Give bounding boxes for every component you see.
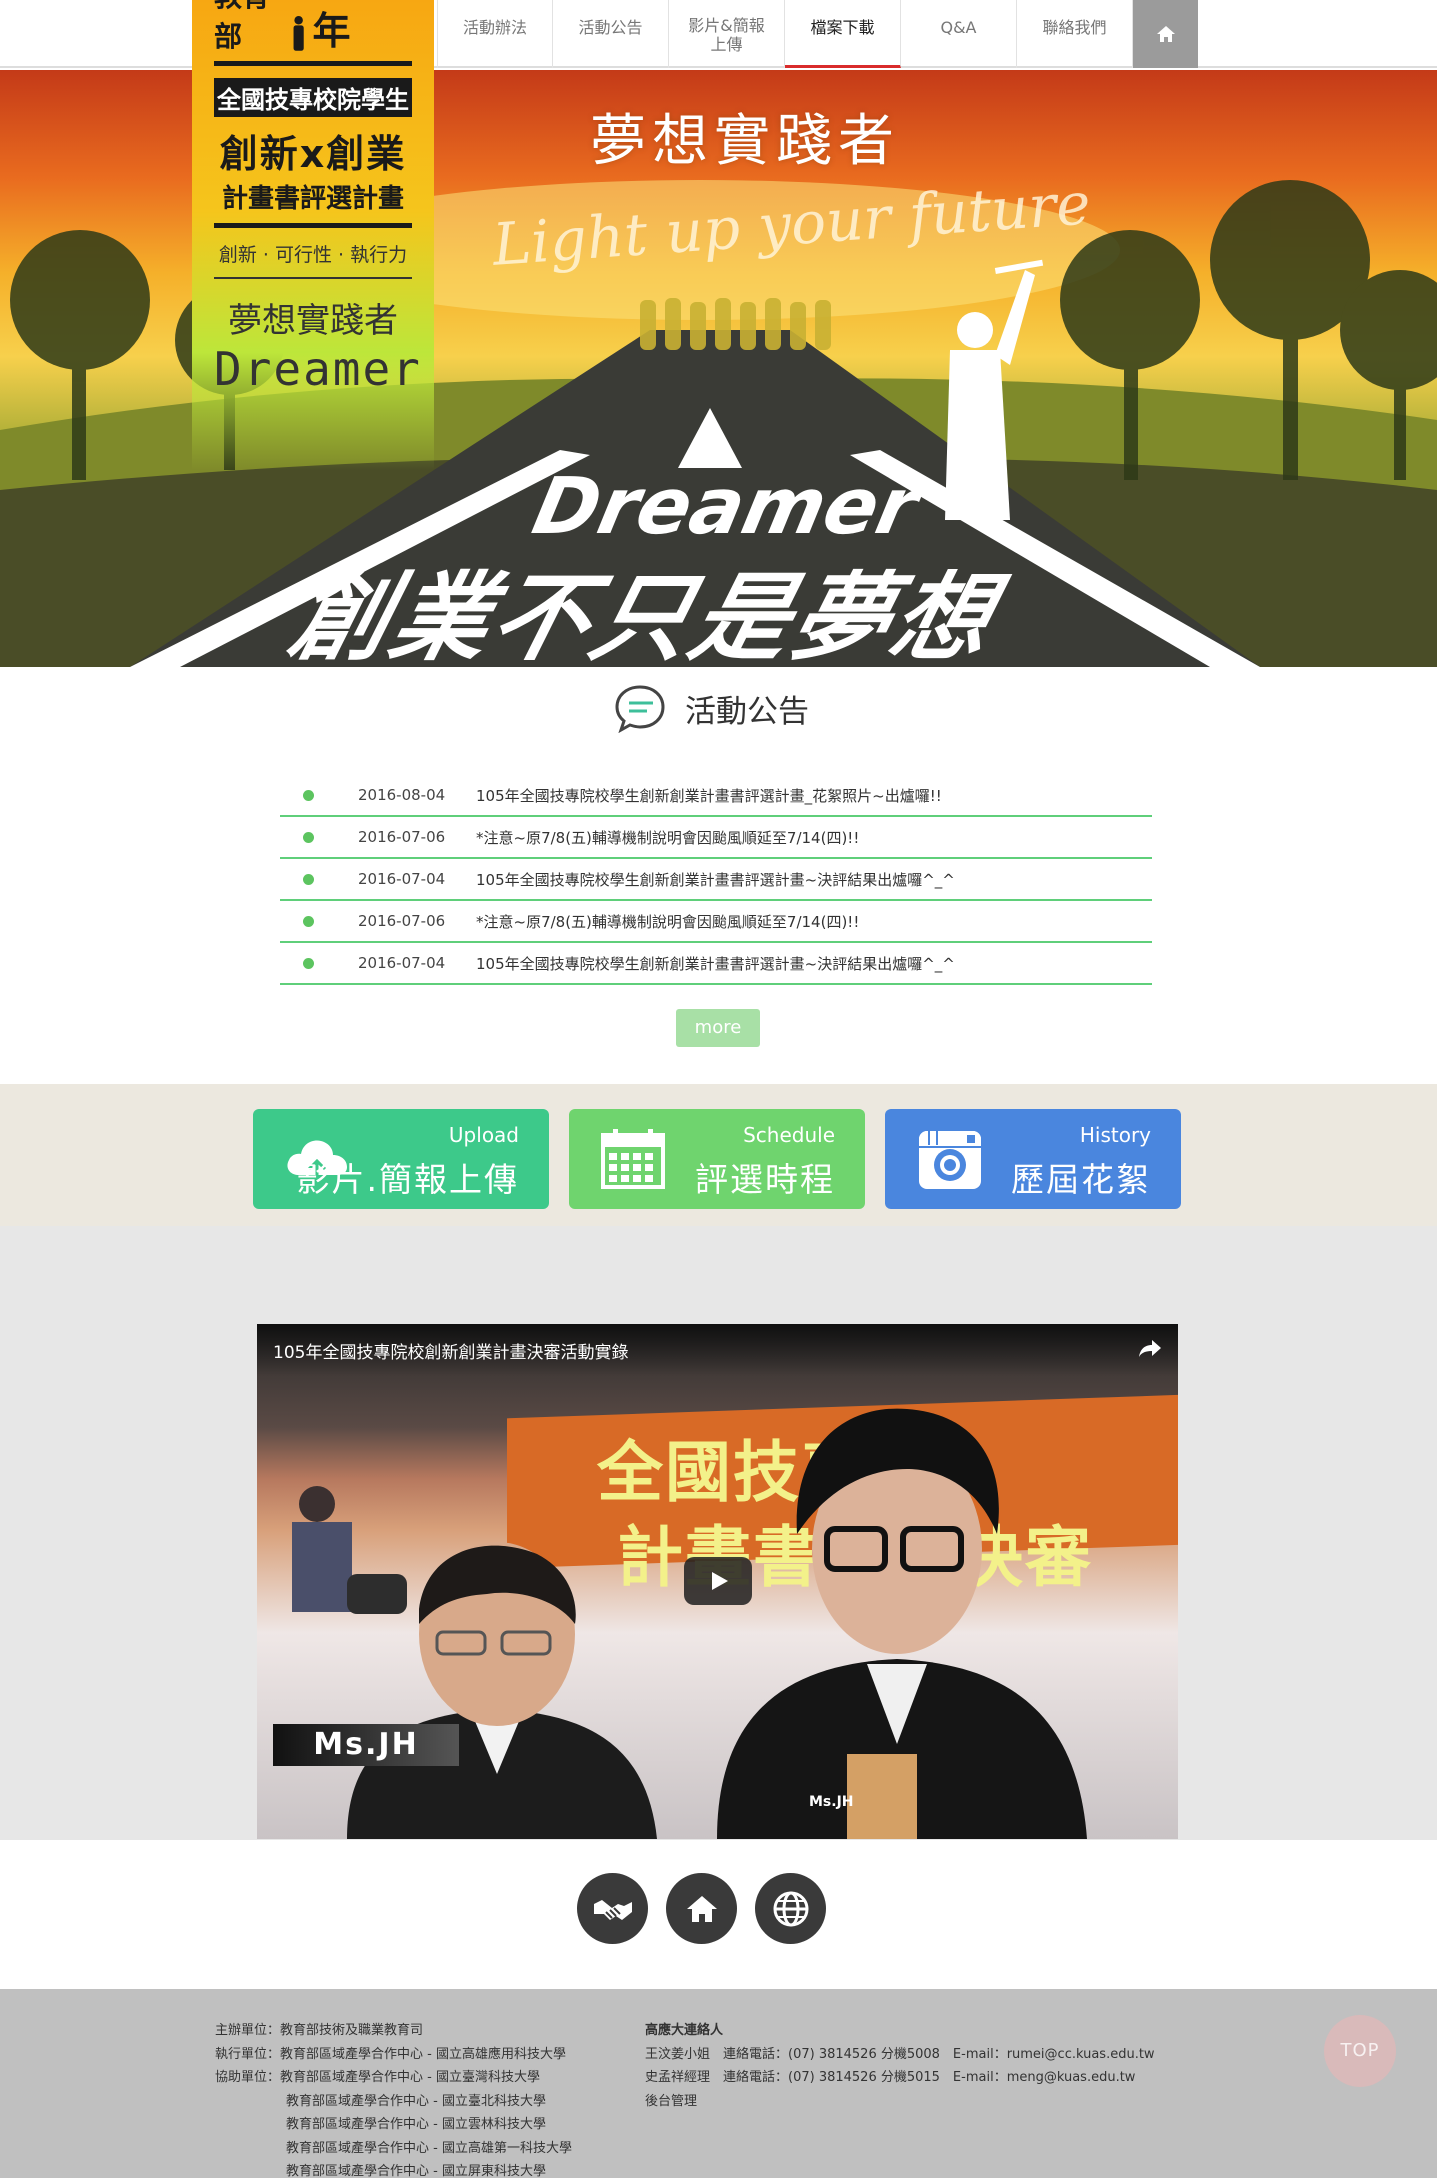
logo-dream: 夢想實踐者 bbox=[228, 301, 398, 341]
share-icon[interactable] bbox=[1138, 1338, 1162, 1358]
list-item[interactable]: 2016-07-06 *注意~原7/8(五)輔導機制說明會因颱風順延至7/14(… bbox=[280, 901, 1152, 943]
upload-tile[interactable]: Upload 影片.簡報上傳 bbox=[253, 1109, 549, 1209]
history-tile[interactable]: History 歷屆花絮 bbox=[885, 1109, 1181, 1209]
announcement-link[interactable]: *注意~原7/8(五)輔導機制說明會因颱風順延至7/14(四)!! bbox=[476, 911, 859, 932]
tile-zh-label: 影片.簡報上傳 bbox=[296, 1160, 519, 1199]
announcement-date: 2016-07-04 bbox=[358, 870, 446, 888]
video-badge-text: Ms.JH bbox=[809, 1794, 854, 1810]
hero-dreamer-text: Dreamer bbox=[525, 462, 926, 552]
announcement-link[interactable]: *注意~原7/8(五)輔導機制說明會因颱風順延至7/14(四)!! bbox=[476, 827, 859, 848]
bullet-dot bbox=[303, 915, 314, 927]
admin-link[interactable]: 後台管理 bbox=[645, 2090, 1155, 2114]
footer-organizer: 主辦單位：教育部技術及職業教育司 bbox=[215, 2023, 424, 2038]
footer: 主辦單位：教育部技術及職業教育司 執行單位：教育部區域產學合作中心 - 國立高雄… bbox=[0, 1989, 1437, 2178]
footer-co-organizer: 教育部區域產學合作中心 - 國立雲林科技大學 bbox=[286, 2117, 546, 2132]
announcement-date: 2016-07-06 bbox=[358, 912, 446, 930]
event-logo[interactable]: 教育部 105年 全國技專校院學生 創新x創業 計畫書評選計畫 創新 · 可行性… bbox=[192, 0, 434, 470]
feature-tiles-band: Upload 影片.簡報上傳 Schedule 評選時程 History 歷屆花… bbox=[0, 1084, 1437, 1226]
video-section: 全國技專院 計畫書評選決審 105年全國技專院校創新創業計畫決審活動實錄 bbox=[0, 1226, 1437, 1840]
footer-co-organizer: 教育部區域產學合作中心 - 國立屏東科技大學 bbox=[286, 2164, 546, 2178]
logo-moe: 教育部 bbox=[214, 0, 270, 53]
logo-line1: 全國技專校院學生 bbox=[214, 78, 412, 117]
tile-zh-label: 歷屆花絮 bbox=[1011, 1160, 1151, 1199]
announcement-date: 2016-07-04 bbox=[358, 954, 446, 972]
camera-icon bbox=[919, 1131, 981, 1189]
footer-contact: 史孟祥經理 連絡電話：(07) 3814526 分機5015 E-mail：me… bbox=[645, 2070, 1136, 2085]
calendar-icon bbox=[601, 1129, 665, 1189]
nav-item-downloads[interactable]: 檔案下載 bbox=[785, 0, 901, 68]
list-item[interactable]: 2016-07-04 105年全國技專院校學生創新創業計畫書評選計畫~決評結果出… bbox=[280, 859, 1152, 901]
nav-item-qa[interactable]: Q&A bbox=[901, 0, 1017, 68]
video-name-tag: Ms.JH bbox=[273, 1724, 459, 1766]
logo-year: 105年 bbox=[312, 9, 351, 53]
back-to-top-button[interactable]: TOP bbox=[1324, 2015, 1396, 2087]
footer-contacts: 高應大連絡人 王汶姜小姐 連絡電話：(07) 3814526 分機5008 E-… bbox=[645, 2019, 1155, 2113]
speech-bubble-icon bbox=[615, 685, 665, 733]
announcements-header: 活動公告 bbox=[613, 683, 809, 733]
nav-item-upload[interactable]: 影片&簡報 上傳 bbox=[669, 0, 785, 68]
hero-slogan: 創業不只是夢想 bbox=[279, 562, 1008, 667]
announcements-title: 活動公告 bbox=[685, 693, 809, 730]
video-person-left bbox=[347, 1542, 657, 1839]
announcement-link[interactable]: 105年全國技專院校學生創新創業計畫書評選計畫~決評結果出爐囉^_^ bbox=[476, 953, 955, 974]
footer-executor: 執行單位：教育部區域產學合作中心 - 國立高雄應用科技大學 bbox=[215, 2046, 566, 2062]
play-button[interactable] bbox=[684, 1557, 752, 1605]
footer-co-organizer: 教育部區域產學合作中心 - 國立高雄第一科技大學 bbox=[286, 2140, 572, 2156]
announcements-list: 2016-08-04 105年全國技專院校學生創新創業計畫書評選計畫_花絮照片~… bbox=[280, 775, 1152, 985]
tile-zh-label: 評選時程 bbox=[695, 1160, 835, 1199]
footer-contact: 王汶姜小姐 連絡電話：(07) 3814526 分機5008 E-mail：ru… bbox=[645, 2046, 1155, 2062]
more-button[interactable]: more bbox=[676, 1009, 760, 1047]
bullet-dot bbox=[303, 873, 314, 885]
list-item[interactable]: 2016-08-04 105年全國技專院校學生創新創業計畫書評選計畫_花絮照片~… bbox=[280, 775, 1152, 817]
nav-item-announcements[interactable]: 活動公告 bbox=[553, 0, 669, 68]
announcement-link[interactable]: 105年全國技專院校學生創新創業計畫書評選計畫_花絮照片~出爐囉!! bbox=[476, 785, 942, 806]
bullet-dot bbox=[303, 831, 314, 843]
footer-co-organizer: 協助單位：教育部區域產學合作中心 - 國立臺灣科技大學 bbox=[215, 2070, 540, 2085]
list-item[interactable]: 2016-07-06 *注意~原7/8(五)輔導機制說明會因颱風順延至7/14(… bbox=[280, 817, 1152, 859]
announcement-date: 2016-07-06 bbox=[358, 828, 446, 846]
nav-home-button[interactable] bbox=[1133, 0, 1198, 68]
bullet-dot bbox=[303, 789, 314, 801]
schedule-tile[interactable]: Schedule 評選時程 bbox=[569, 1109, 865, 1209]
partners-button[interactable] bbox=[577, 1873, 648, 1944]
home-icon bbox=[1156, 26, 1175, 42]
social-links bbox=[577, 1873, 826, 1944]
handshake-icon bbox=[593, 1899, 632, 1920]
announcement-date: 2016-08-04 bbox=[358, 786, 446, 804]
video-title[interactable]: 105年全國技專院校創新創業計畫決審活動實錄 bbox=[273, 1338, 628, 1363]
footer-contact-heading: 高應大連絡人 bbox=[645, 2023, 724, 2038]
nav-item-rules[interactable]: 活動辦法 bbox=[437, 0, 553, 68]
nav-item-contact[interactable]: 聯絡我們 bbox=[1017, 0, 1133, 68]
main-nav: 活動辦法 活動公告 影片&簡報 上傳 檔案下載 Q&A 聯絡我們 bbox=[437, 0, 1198, 68]
logo-tagline: 創新 · 可行性 · 執行力 bbox=[214, 240, 412, 279]
tile-en-label: Upload bbox=[448, 1123, 519, 1147]
video-player[interactable]: 全國技專院 計畫書評選決審 105年全國技專院校創新創業計畫決審活動實錄 bbox=[257, 1324, 1178, 1839]
logo-header: 教育部 105年 bbox=[214, 0, 412, 66]
logo-line3: 計畫書評選計畫 bbox=[214, 178, 412, 228]
globe-icon bbox=[773, 1891, 808, 1926]
footer-organizers: 主辦單位：教育部技術及職業教育司 執行單位：教育部區域產學合作中心 - 國立高雄… bbox=[215, 2019, 572, 2178]
graduate-icon bbox=[293, 16, 304, 51]
hero-title: 夢想實踐者 bbox=[590, 109, 900, 174]
footer-co-organizer: 教育部區域產學合作中心 - 國立臺北科技大學 bbox=[286, 2093, 546, 2109]
list-item[interactable]: 2016-07-04 105年全國技專院校學生創新創業計畫書評選計畫~決評結果出… bbox=[280, 943, 1152, 985]
announcement-link[interactable]: 105年全國技專院校學生創新創業計畫書評選計畫~決評結果出爐囉^_^ bbox=[476, 869, 955, 890]
bullet-dot bbox=[303, 957, 314, 969]
logo-line2: 創新x創業 bbox=[219, 132, 407, 176]
play-icon bbox=[712, 1572, 728, 1590]
home-icon bbox=[686, 1895, 717, 1922]
website-button[interactable] bbox=[755, 1873, 826, 1944]
logo-dreamer: Dreamer bbox=[214, 342, 422, 396]
tile-en-label: History bbox=[1079, 1123, 1151, 1147]
tile-en-label: Schedule bbox=[743, 1123, 835, 1147]
home-link-button[interactable] bbox=[666, 1873, 737, 1944]
